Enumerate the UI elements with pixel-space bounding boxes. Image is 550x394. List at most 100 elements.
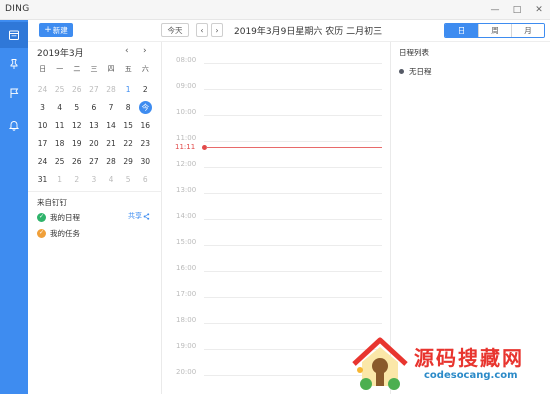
maximize-button[interactable]: □ (506, 0, 528, 20)
day-cell[interactable]: 5 (68, 98, 85, 116)
day-cell[interactable]: 4 (103, 170, 120, 188)
day-cell[interactable]: 10 (34, 116, 51, 134)
rail-bell[interactable] (0, 112, 28, 138)
day-cell[interactable]: 3 (34, 98, 51, 116)
day-cell[interactable]: 2 (68, 170, 85, 188)
hour-label: 16:00 (176, 264, 197, 272)
day-cell[interactable]: 8 (120, 98, 137, 116)
calendar-icon (9, 30, 19, 40)
hour-gridline (204, 323, 382, 324)
hour-label: 17:00 (176, 290, 197, 298)
prev-month-button[interactable]: ‹ (125, 46, 129, 56)
day-cell[interactable]: 7 (103, 98, 120, 116)
close-button[interactable]: ✕ (528, 0, 550, 20)
day-cell[interactable]: 27 (85, 152, 102, 170)
day-cell[interactable]: 17 (34, 134, 51, 152)
mini-calendar-panel: 2019年3月 ‹ › 日 一 二 三 四 五 六 24 25 26 27 28 1 2 3 4… (28, 42, 162, 394)
new-button[interactable]: + 新建 (39, 23, 73, 37)
source-label: 我的日程 (50, 212, 80, 222)
hour-label: 11:00 (176, 134, 197, 142)
divider (28, 191, 162, 192)
window-controls: — □ ✕ (484, 0, 550, 20)
hour-label: 19:00 (176, 342, 197, 350)
day-cell[interactable]: 24 (34, 152, 51, 170)
view-week-button[interactable]: 周 (478, 24, 511, 37)
hour-label: 15:00 (176, 238, 197, 246)
day-cell[interactable]: 19 (68, 134, 85, 152)
selected-day-cell[interactable]: 今 (137, 98, 154, 116)
share-label: 共享 (128, 212, 142, 220)
watermark: 源码搜藏网 codesocang.com (344, 334, 550, 394)
day-cell[interactable]: 3 (85, 170, 102, 188)
day-cell[interactable]: 4 (51, 98, 68, 116)
day-cell[interactable]: 6 (137, 170, 154, 188)
hour-label: 12:00 (176, 160, 197, 168)
hour-gridline (204, 193, 382, 194)
hour-gridline (204, 297, 382, 298)
hour-label: 14:00 (176, 212, 197, 220)
next-month-button[interactable]: › (143, 46, 147, 56)
rail-calendar[interactable] (0, 22, 28, 48)
sources-heading: 来自钉钉 (37, 198, 67, 207)
day-cell[interactable]: 25 (51, 152, 68, 170)
today-button[interactable]: 今天 (161, 23, 189, 37)
day-cell[interactable]: 23 (137, 134, 154, 152)
day-cell[interactable]: 24 (34, 80, 51, 98)
day-cell[interactable]: 1 (120, 80, 137, 98)
rail-flag[interactable] (0, 80, 28, 106)
source-my-schedule[interactable]: ✓ 我的日程 (37, 211, 80, 223)
day-cell[interactable]: 5 (120, 170, 137, 188)
share-button[interactable]: 共享 (128, 211, 150, 221)
source-my-tasks[interactable]: ✓ 我的任务 (37, 227, 80, 239)
day-cell[interactable]: 25 (51, 80, 68, 98)
house-logo-icon (352, 337, 408, 390)
next-day-button[interactable]: › (211, 23, 223, 37)
day-cell[interactable]: 31 (34, 170, 51, 188)
bullet-icon (399, 69, 404, 74)
hour-gridline (204, 141, 382, 142)
day-cell[interactable]: 28 (103, 80, 120, 98)
day-cell[interactable]: 21 (103, 134, 120, 152)
minimize-button[interactable]: — (484, 0, 506, 20)
day-cell[interactable]: 27 (85, 80, 102, 98)
check-icon: ✓ (37, 212, 46, 222)
title-bar: DING — □ ✕ (0, 0, 550, 20)
view-month-button[interactable]: 月 (511, 24, 544, 37)
day-cell[interactable]: 1 (51, 170, 68, 188)
day-cell[interactable]: 30 (137, 152, 154, 170)
bell-icon (8, 121, 20, 131)
day-cell[interactable]: 26 (68, 152, 85, 170)
day-cell[interactable]: 22 (120, 134, 137, 152)
date-title: 2019年3月9日星期六 农历 二月初三 (234, 27, 383, 37)
day-cell[interactable]: 20 (85, 134, 102, 152)
month-title: 2019年3月 (37, 49, 84, 59)
day-cell[interactable]: 15 (120, 116, 137, 134)
left-rail (0, 20, 28, 394)
flag-icon (10, 88, 19, 98)
weekday-label: 一 (56, 65, 64, 73)
empty-schedule-item: 无日程 (399, 66, 432, 77)
prev-day-button[interactable]: ‹ (196, 23, 208, 37)
day-cell[interactable]: 14 (103, 116, 120, 134)
day-cell[interactable]: 11 (51, 116, 68, 134)
day-cell[interactable]: 29 (120, 152, 137, 170)
weekday-label: 五 (124, 65, 132, 73)
day-cell[interactable]: 13 (85, 116, 102, 134)
day-cell[interactable]: 16 (137, 116, 154, 134)
current-time-line (206, 147, 382, 148)
share-icon (143, 212, 150, 220)
hour-gridline (204, 167, 382, 168)
rail-pin[interactable] (0, 51, 28, 77)
source-label: 我的任务 (50, 228, 80, 238)
day-cell[interactable]: 6 (85, 98, 102, 116)
check-icon: ✓ (37, 228, 46, 238)
day-cell[interactable]: 26 (68, 80, 85, 98)
day-cell[interactable]: 18 (51, 134, 68, 152)
days-grid: 24 25 26 27 28 1 2 3 4 5 6 7 8 今 10 11 12 13 14 15 16 17 18 19 2… (34, 80, 154, 188)
view-day-button[interactable]: 日 (445, 24, 478, 37)
day-cell[interactable]: 2 (137, 80, 154, 98)
weekday-label: 四 (107, 65, 115, 73)
day-cell[interactable]: 28 (103, 152, 120, 170)
day-cell[interactable]: 12 (68, 116, 85, 134)
hour-label: 08:00 (176, 56, 197, 64)
